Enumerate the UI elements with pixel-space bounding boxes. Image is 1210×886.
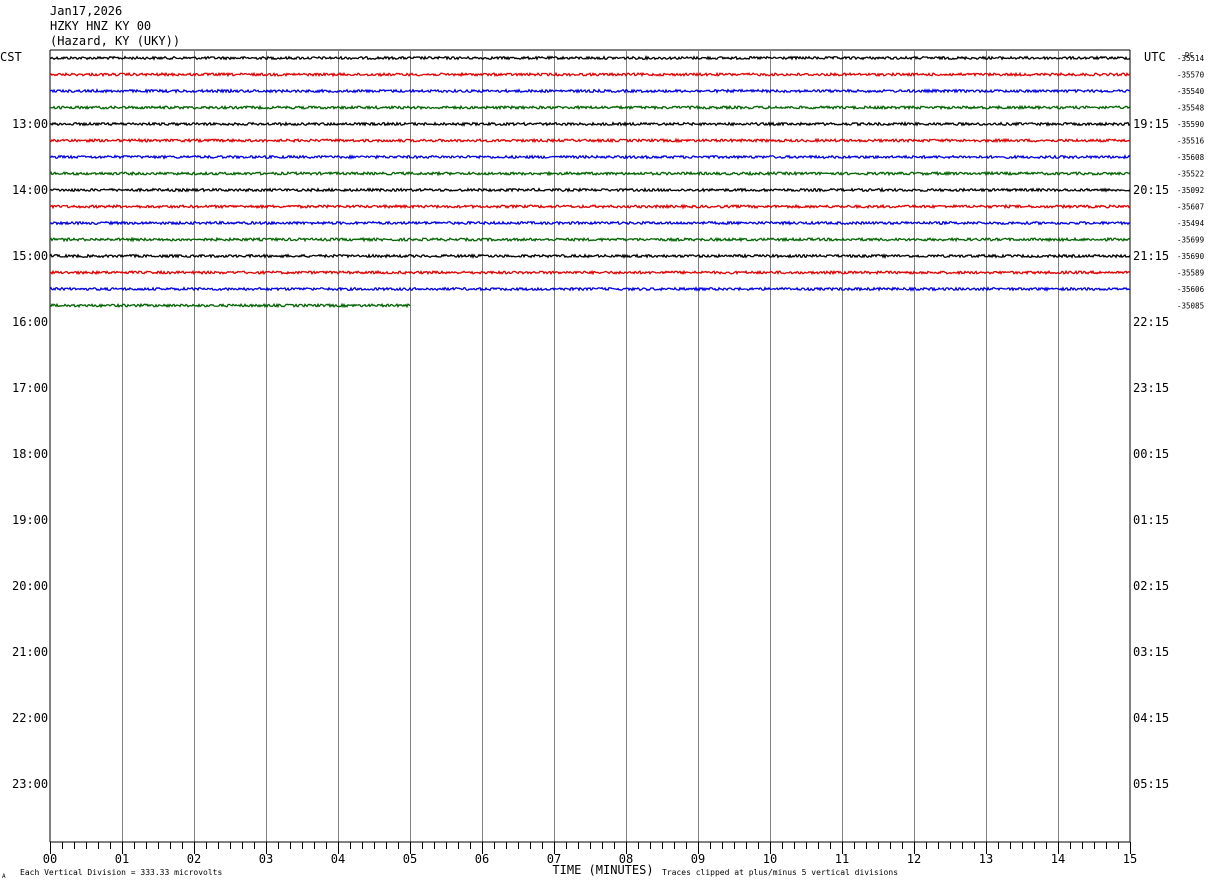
left-timezone-label: CST xyxy=(0,50,22,64)
seismic-trace xyxy=(49,104,1131,111)
right-hour-label: 22:15 xyxy=(1133,315,1169,329)
left-hour-label: 14:00 xyxy=(12,183,48,197)
seismic-trace xyxy=(49,170,1131,177)
right-timezone-label: UTC xyxy=(1144,50,1166,64)
dc-offset-label: -35608 xyxy=(1177,153,1205,162)
left-hour-label: 15:00 xyxy=(12,249,48,263)
x-tick-label: 00 xyxy=(43,852,57,866)
dc-offset-label: -35494 xyxy=(1177,219,1205,228)
helicorder-chart: -35514-35570-35540-35548-35590-35516-356… xyxy=(0,49,1205,880)
x-tick-label: 14 xyxy=(1051,852,1065,866)
dc-header-label: DC xyxy=(1185,51,1193,59)
dc-offset-label: -35699 xyxy=(1177,236,1204,245)
seismic-trace xyxy=(49,55,1131,61)
left-hour-label: 16:00 xyxy=(12,315,48,329)
dc-offset-label: -35548 xyxy=(1177,104,1205,113)
dc-offset-label: -35589 xyxy=(1177,269,1204,278)
left-hour-label: 21:00 xyxy=(12,645,48,659)
seismic-trace xyxy=(49,88,1131,94)
left-hour-label: 18:00 xyxy=(12,447,48,461)
left-hour-label: 23:00 xyxy=(12,777,48,791)
x-tick-label: 04 xyxy=(331,852,345,866)
right-hour-label: 00:15 xyxy=(1133,447,1169,461)
right-hour-label: 21:15 xyxy=(1133,249,1169,263)
x-axis-title: TIME (MINUTES) xyxy=(552,863,653,877)
seismic-trace xyxy=(49,137,1131,144)
x-tick-label: 11 xyxy=(835,852,849,866)
seismic-trace xyxy=(49,286,1131,292)
x-tick-label: 15 xyxy=(1123,852,1137,866)
seismic-trace xyxy=(49,220,1131,226)
dc-offset-label: -35085 xyxy=(1177,302,1204,311)
right-hour-label: 19:15 xyxy=(1133,117,1169,131)
right-hour-label: 03:15 xyxy=(1133,645,1169,659)
x-tick-label: 12 xyxy=(907,852,921,866)
right-hour-label: 05:15 xyxy=(1133,777,1169,791)
clip-note: Traces clipped at plus/minus 5 vertical … xyxy=(662,868,898,877)
right-hour-label: 02:15 xyxy=(1133,579,1169,593)
x-tick-label: 13 xyxy=(979,852,993,866)
x-tick-label: 05 xyxy=(403,852,417,866)
scale-note: Each Vertical Division = 333.33 microvol… xyxy=(20,868,222,877)
seismic-trace xyxy=(49,121,1131,127)
left-hour-label: 22:00 xyxy=(12,711,48,725)
dc-offset-label: -35590 xyxy=(1177,120,1205,129)
left-hour-label: 19:00 xyxy=(12,513,48,527)
seismic-trace xyxy=(49,302,411,309)
x-tick-label: 01 xyxy=(115,852,129,866)
trace-layer xyxy=(49,55,1131,309)
x-tick-label: 09 xyxy=(691,852,705,866)
dc-offset-label: -35516 xyxy=(1177,137,1205,146)
x-tick-label: 02 xyxy=(187,852,201,866)
right-hour-label: 20:15 xyxy=(1133,183,1169,197)
seismic-trace xyxy=(49,186,1131,193)
left-hour-label: 17:00 xyxy=(12,381,48,395)
dc-offset-label: -35607 xyxy=(1177,203,1204,212)
grid-layer xyxy=(49,49,1131,842)
dc-offset-label: -35522 xyxy=(1177,170,1204,179)
label-layer: -35514-35570-35540-35548-35590-35516-356… xyxy=(0,50,1205,791)
seismic-trace xyxy=(49,253,1131,260)
seismic-trace xyxy=(49,269,1131,276)
x-tick-label: 03 xyxy=(259,852,273,866)
x-tick-label: 06 xyxy=(475,852,489,866)
seismic-trace xyxy=(49,154,1131,160)
left-hour-label: 20:00 xyxy=(12,579,48,593)
dc-offset-label: -35540 xyxy=(1177,87,1205,96)
seismic-trace xyxy=(49,236,1131,243)
dc-offset-label: -35690 xyxy=(1177,252,1205,261)
seismic-trace xyxy=(49,203,1131,210)
left-hour-label: 13:00 xyxy=(12,117,48,131)
axis-layer: 00 01 02 03 04 05 06 07 08 09 10 11 12 13 14 15A Each Ve… xyxy=(2,841,1137,880)
corner-mark: A xyxy=(2,873,6,880)
x-tick-label: 10 xyxy=(763,852,777,866)
dc-offset-label: -35570 xyxy=(1177,71,1205,80)
seismic-trace xyxy=(49,71,1131,78)
right-hour-label: 23:15 xyxy=(1133,381,1169,395)
dc-offset-label: -35606 xyxy=(1177,285,1205,294)
right-hour-label: 01:15 xyxy=(1133,513,1169,527)
right-hour-label: 04:15 xyxy=(1133,711,1169,725)
dc-offset-label: -35092 xyxy=(1177,186,1204,195)
